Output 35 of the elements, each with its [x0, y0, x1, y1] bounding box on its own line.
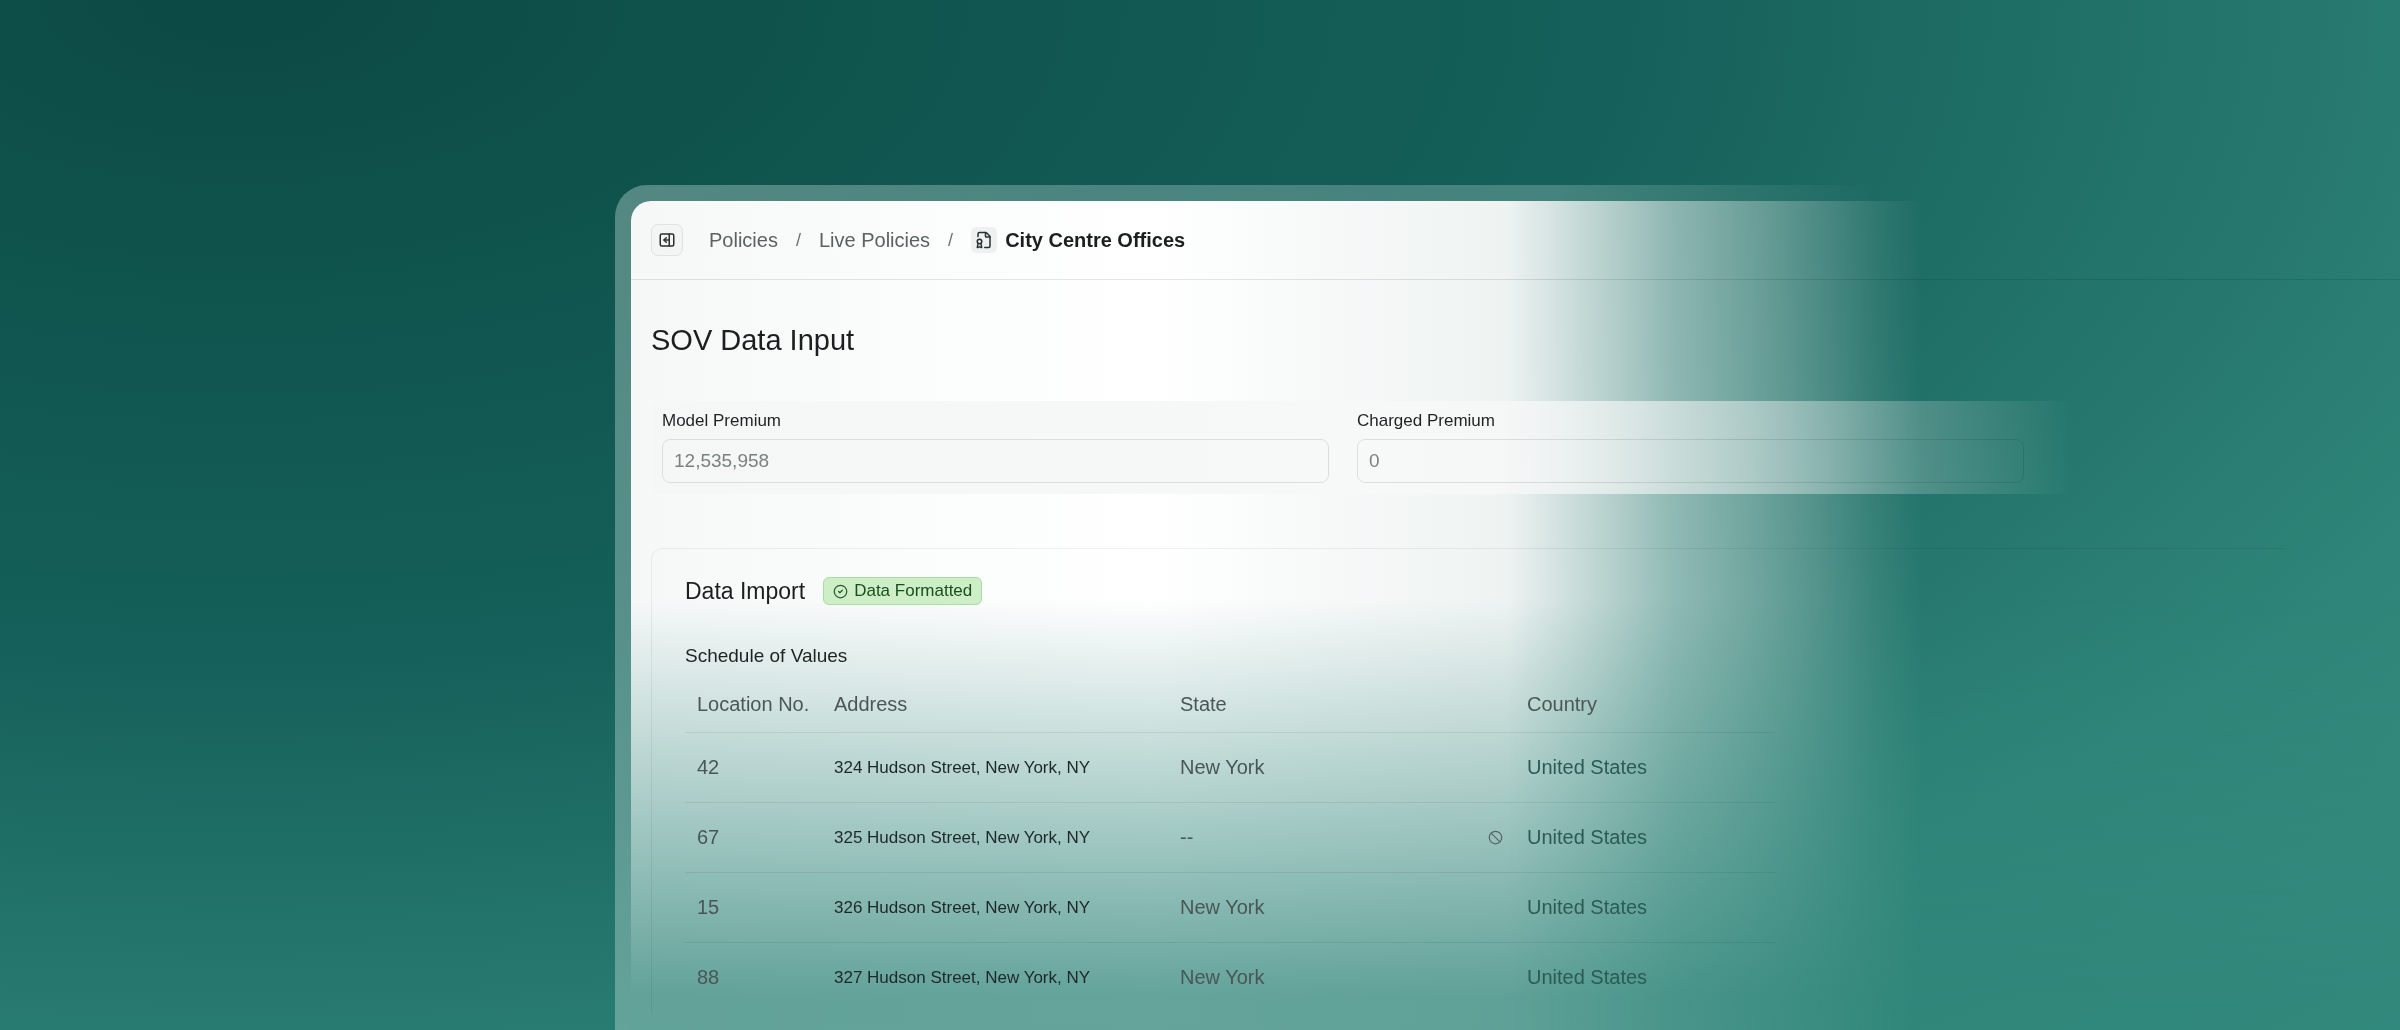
table-cell: New York: [1180, 966, 1265, 989]
card-title: Data Import: [685, 577, 806, 605]
document-badge-icon: [971, 227, 998, 253]
column-header: State: [1168, 693, 1515, 733]
table-cell: 326 Hudson Street, New York, NY: [822, 872, 1168, 943]
breadcrumb-separator: /: [948, 229, 954, 251]
table-cell: United States: [1515, 732, 1775, 803]
table-cell: United States: [1515, 872, 1775, 943]
table-cell: United States: [1515, 802, 1775, 873]
table-cell: 327 Hudson Street, New York, NY: [822, 942, 1168, 1012]
table-cell: 324 Hudson Street, New York, NY: [822, 732, 1168, 803]
sidebar-toggle-button[interactable]: [651, 224, 683, 256]
panel-collapse-icon: [658, 231, 676, 249]
table-cell: United States: [1515, 942, 1775, 1012]
breadcrumb-current: City Centre Offices: [1005, 228, 1186, 252]
table-cell: 15: [685, 872, 822, 943]
table-cell: 42: [685, 732, 822, 803]
badge-label: Data Formatted: [854, 581, 973, 601]
section-title: Schedule of Values: [685, 645, 849, 667]
column-header: Location No.: [685, 693, 822, 733]
breadcrumb-separator: /: [795, 229, 801, 251]
table-cell: 88: [685, 942, 822, 1012]
table-cell: 325 Hudson Street, New York, NY: [822, 802, 1168, 873]
field-label: Model Premium: [662, 411, 783, 431]
check-circle-icon: [833, 583, 849, 599]
table-cell: --: [1180, 826, 1194, 849]
table-cell: New York: [1180, 756, 1265, 779]
table-cell: New York: [1180, 896, 1265, 919]
column-header: Address: [822, 693, 1168, 733]
column-header: Country: [1515, 693, 1775, 733]
breadcrumb-link[interactable]: Live Policies: [818, 228, 931, 252]
breadcrumb-link[interactable]: Policies: [709, 228, 778, 252]
field-label: Charged Premium: [1357, 411, 1496, 431]
table-cell: 67: [685, 802, 822, 873]
page-title: SOV Data Input: [651, 324, 856, 357]
